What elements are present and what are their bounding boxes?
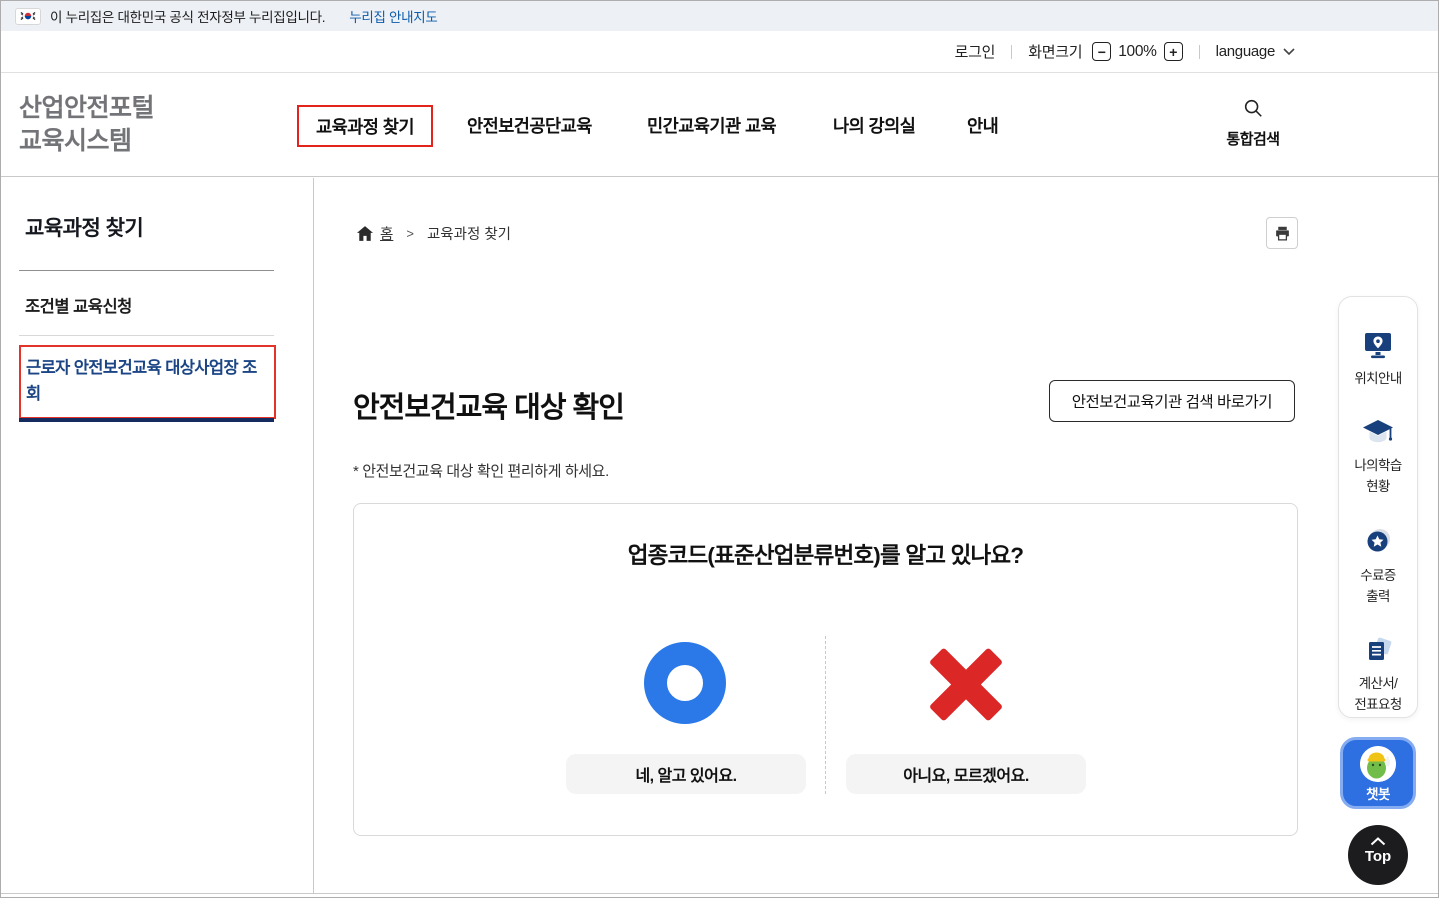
nav-label: 민간교육기관 교육	[647, 113, 776, 138]
chatbot-label: 챗봇	[1343, 783, 1413, 803]
quick-menu-label: 전표요청	[1354, 694, 1401, 715]
home-icon	[357, 226, 373, 241]
location-guide-icon	[1362, 329, 1394, 361]
quick-menu-certificate-print[interactable]: 수료증 출력	[1360, 526, 1395, 607]
quick-menu-label: 현황	[1354, 476, 1401, 497]
chatbot-mascot-icon	[1360, 746, 1396, 782]
nav-item-private-education[interactable]: 민간교육기관 교육	[647, 73, 776, 178]
invoice-request-icon	[1362, 636, 1394, 666]
page-title: 안전보건교육 대상 확인	[353, 384, 624, 426]
nav-label: 안내	[967, 113, 998, 138]
quick-menu-my-learning[interactable]: 나의학습 현황	[1354, 418, 1401, 497]
search-label: 통합검색	[1221, 128, 1285, 149]
government-banner: 이 누리집은 대한민국 공식 전자정부 누리집입니다. 누리집 안내지도	[1, 1, 1438, 31]
option-yes[interactable]	[566, 634, 806, 734]
nav-item-guide[interactable]: 안내	[967, 73, 998, 178]
quick-menu-panel: 위치안내 나의학습 현황 수료증 출력	[1338, 296, 1418, 718]
print-button[interactable]	[1266, 217, 1298, 249]
top-label: Top	[1348, 848, 1408, 865]
breadcrumb-current: 교육과정 찾기	[427, 223, 511, 244]
language-label: language	[1216, 43, 1275, 60]
breadcrumb-separator: >	[406, 226, 414, 241]
chatbot-button[interactable]: 챗봇	[1340, 737, 1416, 809]
nav-label: 나의 강의실	[833, 113, 915, 138]
my-learning-icon	[1361, 418, 1395, 448]
search-icon	[1242, 97, 1264, 119]
footer-top-border	[1, 893, 1438, 894]
nav-item-my-classroom[interactable]: 나의 강의실	[833, 73, 915, 178]
quick-menu-label: 나의학습	[1354, 455, 1401, 476]
left-sidebar: 교육과정 찾기 조건별 교육신청 근로자 안전보건교육 대상사업장 조회	[1, 178, 314, 894]
chevron-up-icon	[1370, 837, 1386, 846]
nav-item-course-search[interactable]: 교육과정 찾기	[297, 105, 433, 147]
site-logo[interactable]: 산업안전포털 교육시스템	[19, 92, 154, 158]
sidebar-active-label: 근로자 안전보건교육 대상사업장 조회	[26, 359, 257, 403]
zoom-in-button[interactable]: +	[1164, 42, 1183, 61]
page-note: * 안전보건교육 대상 확인 편리하게 하세요.	[353, 460, 609, 481]
sidebar-item-conditional-application[interactable]: 조건별 교육신청	[25, 293, 132, 317]
zoom-out-button[interactable]: −	[1092, 42, 1111, 61]
certificate-print-icon	[1362, 526, 1394, 558]
breadcrumb-home-label: 홈	[380, 223, 393, 244]
question-card: 업종코드(표준산업분류번호)를 알고 있나요? 네, 알고 있어요. 아니요, …	[353, 503, 1298, 836]
quick-menu-location-guide[interactable]: 위치안내	[1354, 329, 1401, 389]
yes-button[interactable]: 네, 알고 있어요.	[566, 754, 806, 794]
no-button[interactable]: 아니요, 모르겠어요.	[846, 754, 1086, 794]
breadcrumb: 홈 > 교육과정 찾기	[357, 223, 511, 244]
quick-menu-label: 위치안내	[1354, 368, 1401, 389]
divider	[1011, 45, 1012, 59]
language-dropdown[interactable]: language	[1216, 43, 1295, 60]
korea-flag-icon	[15, 8, 41, 25]
utility-bar: 로그인 화면크기 − 100% + language	[955, 31, 1295, 72]
chevron-down-icon	[1283, 48, 1295, 55]
breadcrumb-home[interactable]: 홈	[357, 223, 393, 244]
site-header: 산업안전포털 교육시스템 교육과정 찾기 안전보건공단교육 민간교육기관 교육 …	[1, 72, 1438, 177]
logo-line1: 산업안전포털	[19, 92, 154, 125]
zoom-level-value: 100%	[1118, 43, 1156, 61]
integrated-search-button[interactable]: 통합검색	[1221, 97, 1285, 149]
login-link[interactable]: 로그인	[955, 41, 996, 62]
quick-menu-label: 출력	[1360, 586, 1395, 607]
divider	[1199, 45, 1200, 59]
scroll-top-button[interactable]: Top	[1348, 825, 1408, 885]
nav-label: 안전보건공단교육	[467, 113, 592, 138]
nav-item-kosha-education[interactable]: 안전보건공단교육	[467, 73, 592, 178]
institution-search-shortcut-button[interactable]: 안전보건교육기관 검색 바로가기	[1049, 380, 1295, 422]
gov-banner-text: 이 누리집은 대한민국 공식 전자정부 누리집입니다.	[50, 6, 325, 26]
divider	[19, 270, 274, 271]
nav-label: 교육과정 찾기	[316, 114, 414, 139]
sitemap-link[interactable]: 누리집 안내지도	[349, 6, 437, 26]
quick-menu-label: 수료증	[1360, 565, 1395, 586]
logo-line2: 교육시스템	[19, 125, 154, 158]
option-no[interactable]	[846, 634, 1086, 734]
o-circle-icon	[644, 642, 726, 724]
page: 이 누리집은 대한민국 공식 전자정부 누리집입니다. 누리집 안내지도 로그인…	[0, 0, 1439, 898]
sidebar-item-worker-education-lookup[interactable]: 근로자 안전보건교육 대상사업장 조회	[19, 345, 276, 419]
x-cross-icon	[928, 646, 1004, 722]
divider	[825, 636, 826, 794]
active-underline	[19, 418, 274, 422]
sidebar-title: 교육과정 찾기	[25, 212, 143, 242]
screen-size-label: 화면크기	[1028, 41, 1082, 62]
quick-menu-label: 계산서/	[1354, 673, 1401, 694]
quick-menu-invoice-request[interactable]: 계산서/ 전표요청	[1354, 636, 1401, 715]
printer-icon	[1274, 225, 1291, 242]
divider	[19, 335, 274, 336]
question-text: 업종코드(표준산업분류번호)를 알고 있나요?	[354, 538, 1297, 570]
